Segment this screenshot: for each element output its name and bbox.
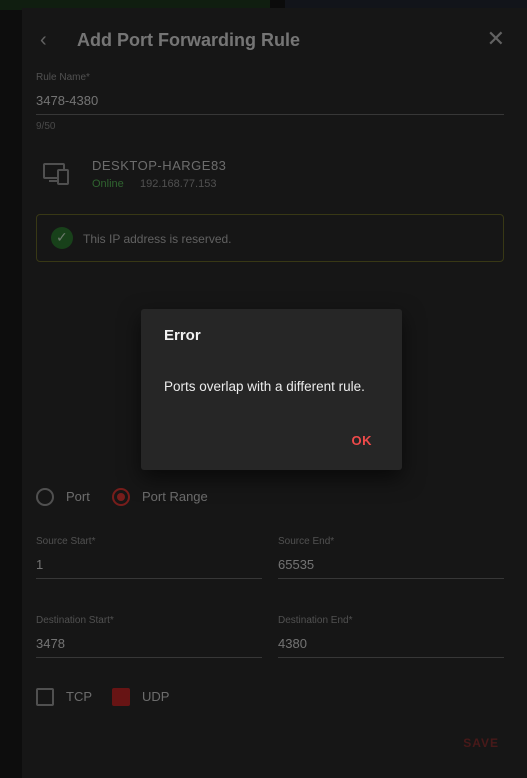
error-dialog: Error Ports overlap with a different rul… (141, 309, 402, 470)
ok-button[interactable]: OK (342, 427, 383, 454)
dialog-message: Ports overlap with a different rule. (164, 379, 365, 394)
dialog-title: Error (164, 327, 201, 344)
